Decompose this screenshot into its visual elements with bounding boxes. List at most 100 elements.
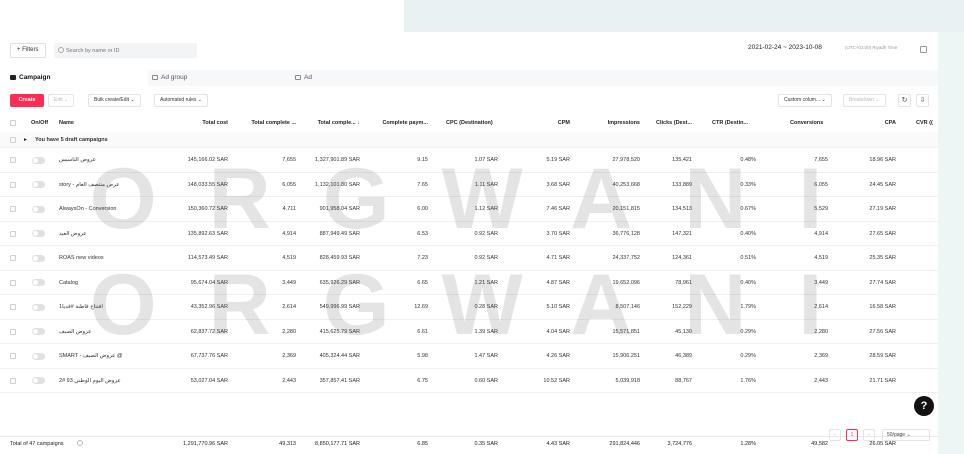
campaign-name[interactable]: SMART - عروض الصيف @ [59,353,164,359]
campaign-name[interactable]: عروض العيد [59,231,164,237]
row-checkbox[interactable] [10,206,16,212]
cell-ctr: 0.29% [740,353,756,359]
col-cvr[interactable]: CVR (( [916,120,933,126]
calendar-icon[interactable] [920,46,927,53]
cell-clicks: 124,361 [672,255,692,261]
custom-columns-button[interactable]: Custom colum... ⌄ [778,94,832,107]
cell-conversions: 4,914 [814,230,828,237]
col-conversions[interactable]: Conversions [790,120,823,126]
refresh-icon[interactable]: ↻ [898,94,911,107]
table-row[interactable]: AlwaysOn - Conversion 150,360.72 SAR 4,711… [0,197,938,222]
select-all-checkbox[interactable] [10,120,16,126]
status-toggle[interactable] [32,352,45,360]
cell-conversions: 2,280 [814,328,828,335]
row-checkbox[interactable] [10,157,16,163]
status-toggle[interactable] [32,205,45,213]
expand-icon[interactable]: ▸ [24,137,27,143]
row-checkbox[interactable] [10,328,16,335]
table-row[interactable]: افتتاح قاطنة #قديا1 43,352.96 SAR 2,614 549… [0,295,938,320]
col-total-complete[interactable]: Total complete ... [236,120,296,126]
automated-rules-button[interactable]: Automated rules ⌄ [154,94,208,107]
cell-impressions: 27,978,520 [612,157,640,163]
cell-ctr: 1.76% [740,377,756,384]
row-checkbox[interactable] [10,353,16,359]
cell-cpa: 27.65 SAR [869,230,896,237]
cell-total-complete: 7,655 [282,157,296,163]
status-toggle[interactable] [32,181,45,188]
table-row[interactable]: عروض التأسيس 145,166.02 SAR 7,655 1,327,901… [0,148,938,173]
table-row[interactable]: Catalog 95,674.04 SAR 3,449 635,926.29 SAR 6… [0,271,938,295]
table-row[interactable]: story - عرض منتصف العام 148,033.55 SAR 6,0… [0,173,938,197]
table-row[interactable]: ROAS new videos 114,573.49 SAR 4,519 828,45… [0,246,938,271]
search-input[interactable] [54,43,197,58]
filters-button[interactable]: + Filters [10,43,46,58]
campaign-name[interactable]: افتتاح قاطنة #قديا1 [59,304,164,310]
campaign-name[interactable]: ROAS new videos [59,255,164,261]
bulk-edit-button[interactable]: Bulk create/Edit ⌄ [88,94,141,107]
edit-button[interactable]: Edit ⌄ [48,94,75,107]
page-button[interactable]: 1 [846,429,858,441]
tab-campaign[interactable]: Campaign [0,70,148,86]
status-toggle[interactable] [32,156,45,164]
campaign-name[interactable]: عروض اليوم الوطني 93 #2 [59,378,164,384]
total-conversions: 49,582 [811,441,828,447]
col-payment-rate[interactable]: Complete paym... [365,120,428,126]
next-page-button[interactable]: › [863,429,875,441]
status-toggle[interactable] [32,230,45,237]
cell-cpc: 1.11 SAR [474,181,498,188]
campaign-name[interactable]: Catalog [59,280,164,286]
date-range[interactable]: 2021-02-24 ~ 2023-10-08 [748,44,822,51]
col-total-value[interactable]: Total comple... ↓ [300,120,360,126]
campaign-name[interactable]: AlwaysOn - Conversion [59,206,164,212]
status-toggle[interactable] [32,377,45,384]
campaign-name[interactable]: story - عرض منتصف العام [59,182,164,188]
export-icon[interactable]: ⇩ [916,94,929,107]
table-row[interactable]: عروض اليوم الوطني 93 #2 53,027.04 SAR 2,44… [0,369,938,393]
tab-ad[interactable]: Ad [295,70,435,86]
tab-ad-group[interactable]: Ad group [152,70,292,86]
status-toggle[interactable] [32,279,45,286]
col-ctr[interactable]: CTR (Destin... [712,120,748,126]
breakdown-button[interactable]: Breakdown ⌄ [843,94,886,107]
campaign-name[interactable]: عروض التأسيس [59,157,164,163]
help-icon[interactable]: ? [914,396,934,416]
draft-banner[interactable]: ▸ You have 5 draft campaigns [0,132,938,148]
col-cpc[interactable]: CPC (Destination) [446,120,493,126]
cell-cpa: 27.56 SAR [869,328,896,335]
cell-total-cost: 53,027.04 SAR [190,377,228,384]
cell-cpc: 1.07 SAR [474,157,498,163]
row-checkbox[interactable] [10,304,16,310]
cell-cpm: 3.68 SAR [546,181,570,188]
col-total-cost[interactable]: Total cost [168,120,228,126]
cell-payment-rate: 6.53 [417,230,428,237]
create-button[interactable]: Create [10,94,44,107]
status-toggle[interactable] [32,328,45,335]
row-checkbox[interactable] [10,377,16,384]
col-clicks[interactable]: Clicks (Dest... [656,120,692,126]
cell-cpm: 7.46 SAR [546,206,570,212]
status-toggle[interactable] [32,254,45,262]
col-cpm[interactable]: CPM [530,120,570,126]
col-cpa[interactable]: CPA [856,120,896,126]
row-checkbox[interactable] [10,230,16,237]
status-toggle[interactable] [32,303,45,311]
table-row[interactable]: عروض الصيف 62,837.72 SAR 2,280 415,625.79 S… [0,320,938,344]
cell-total-complete: 2,443 [282,377,296,384]
prev-page-button[interactable]: ‹ [829,429,841,441]
draft-checkbox[interactable] [10,137,16,143]
col-name[interactable]: Name [59,120,74,126]
cell-total-value: 635,926.29 SAR [319,279,360,286]
row-checkbox[interactable] [10,181,16,188]
row-checkbox[interactable] [10,279,16,286]
col-impressions[interactable]: Impressions [590,120,640,126]
cell-total-cost: 135,892.63 SAR [187,230,228,237]
cell-impressions: 15,906,251 [612,353,640,359]
total-cpm: 4.43 SAR [546,441,570,447]
pagination: ‹ 1 › 50/page ⌄ [0,429,964,441]
row-checkbox[interactable] [10,255,16,261]
table-row[interactable]: عروض العيد 135,892.63 SAR 4,914 887,949.49 … [0,222,938,246]
page-size-select[interactable]: 50/page ⌄ [882,429,930,441]
cell-payment-rate: 9.15 [417,157,428,163]
table-row[interactable]: SMART - عروض الصيف @ 67,737.76 SAR 2,369 40… [0,344,938,369]
campaign-name[interactable]: عروض الصيف [59,329,164,335]
